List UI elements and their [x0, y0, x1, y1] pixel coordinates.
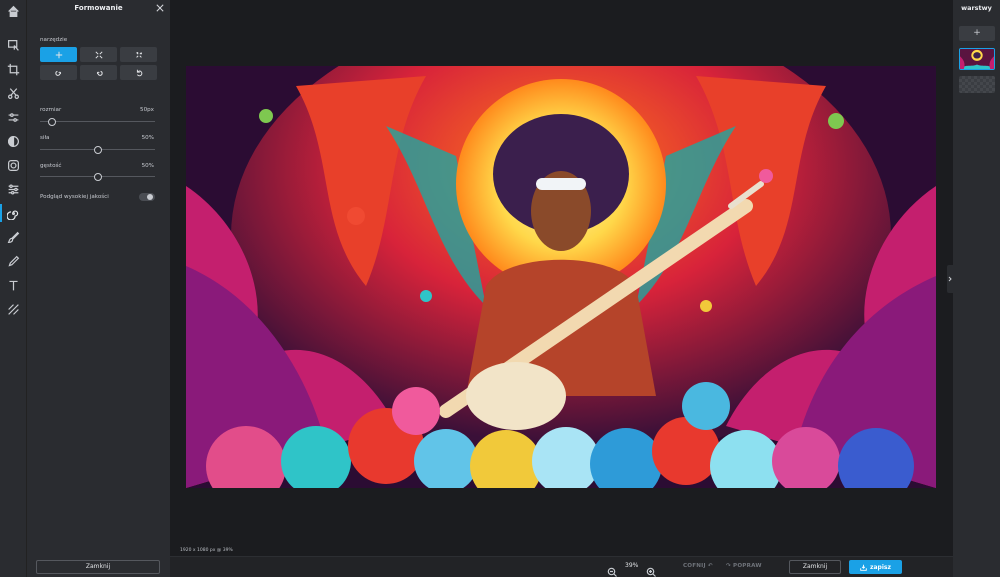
layer-thumbnail[interactable]: [959, 48, 995, 70]
strength-slider[interactable]: [40, 146, 155, 154]
panel-title: Formowanie: [74, 4, 123, 12]
move-tool-button[interactable]: [40, 47, 77, 62]
redo-button[interactable]: ↷ POPRAW: [726, 563, 762, 569]
grow-tool-button[interactable]: [80, 47, 117, 62]
cut-icon[interactable]: [0, 82, 27, 104]
undo-label: COFNIJ: [683, 563, 706, 569]
liquify-panel: Formowanie narzędzie rozmiar 50px siła 5…: [27, 0, 170, 577]
collapse-panel-handle[interactable]: [947, 265, 953, 293]
filter-icon[interactable]: [0, 130, 27, 152]
redo-icon: ↷: [726, 563, 731, 569]
shrink-icon: [135, 51, 142, 58]
undo-icon: ↶: [707, 563, 713, 569]
slider-knob[interactable]: [47, 118, 56, 126]
redo-label: POPRAW: [733, 563, 762, 569]
texture-icon[interactable]: [0, 298, 27, 320]
undo-button[interactable]: COFNIJ ↶: [683, 563, 713, 569]
psychedelic-guitarist-image: [186, 66, 936, 488]
photo-editor-app: Formowanie narzędzie rozmiar 50px siła 5…: [0, 0, 1000, 577]
text-icon[interactable]: [0, 274, 27, 296]
sliders-icon[interactable]: [0, 178, 27, 200]
zoom-in-icon[interactable]: [646, 562, 656, 577]
tool-grid: [40, 47, 157, 80]
crop-icon[interactable]: [0, 58, 27, 80]
density-value: 50%: [141, 163, 154, 169]
save-label: zapisz: [870, 563, 891, 571]
chevron-right-icon: [948, 276, 952, 282]
size-value: 50px: [140, 107, 154, 113]
move-arrows-icon: [55, 51, 62, 58]
strength-value: 50%: [141, 135, 154, 141]
shrink-tool-button[interactable]: [120, 47, 157, 62]
left-toolbar: [0, 0, 27, 577]
density-label: gęstość: [40, 163, 62, 169]
hq-preview-label: Podgląd wysokiej jakości: [40, 194, 109, 200]
zoom-value: 39%: [625, 562, 639, 569]
grow-icon: [94, 50, 103, 59]
panel-close-button[interactable]: Zamknij: [36, 560, 160, 574]
zoom-out-icon[interactable]: [607, 562, 617, 577]
slider-track: [40, 121, 155, 122]
restore-icon: [136, 69, 142, 76]
workspace: 1920 x 1080 px @ 39%: [170, 0, 953, 556]
transparent-layer-thumbnail[interactable]: [959, 76, 995, 93]
layers-title: warstwy: [961, 4, 992, 12]
image-canvas[interactable]: [186, 66, 936, 488]
toggle-knob: [147, 194, 153, 200]
swirl-right-tool-button[interactable]: [80, 65, 117, 80]
select-icon[interactable]: [0, 34, 27, 56]
pen-icon[interactable]: [0, 250, 27, 272]
home-icon[interactable]: [0, 0, 27, 22]
save-button[interactable]: zapisz: [849, 560, 902, 574]
bottom-bar: 39% COFNIJ ↶ ↷ POPRAW Zamknij zapisz: [170, 556, 953, 577]
restore-tool-button[interactable]: [120, 65, 157, 80]
image-size-info: 1920 x 1080 px @ 39%: [180, 548, 233, 553]
density-slider[interactable]: [40, 173, 155, 181]
add-layer-button[interactable]: +: [959, 26, 995, 41]
layer-preview-image: [960, 49, 994, 69]
swirl-left-tool-button[interactable]: [40, 65, 77, 80]
size-slider[interactable]: [40, 118, 155, 126]
slider-knob[interactable]: [93, 146, 102, 154]
strength-label: siła: [40, 135, 50, 141]
close-icon[interactable]: [154, 2, 166, 14]
save-icon: [860, 564, 867, 571]
liquify-icon[interactable]: [0, 202, 27, 224]
swirl-left-icon: [54, 70, 61, 76]
frame-icon[interactable]: [0, 154, 27, 176]
close-button[interactable]: Zamknij: [789, 560, 841, 574]
hq-preview-toggle[interactable]: [139, 193, 155, 201]
slider-knob[interactable]: [93, 173, 102, 181]
tool-label: narzędzie: [40, 37, 68, 43]
brush-icon[interactable]: [0, 226, 27, 248]
size-label: rozmiar: [40, 107, 62, 113]
adjust-icon[interactable]: [0, 106, 27, 128]
swirl-right-icon: [96, 70, 103, 76]
layers-panel: warstwy +: [947, 0, 1000, 577]
